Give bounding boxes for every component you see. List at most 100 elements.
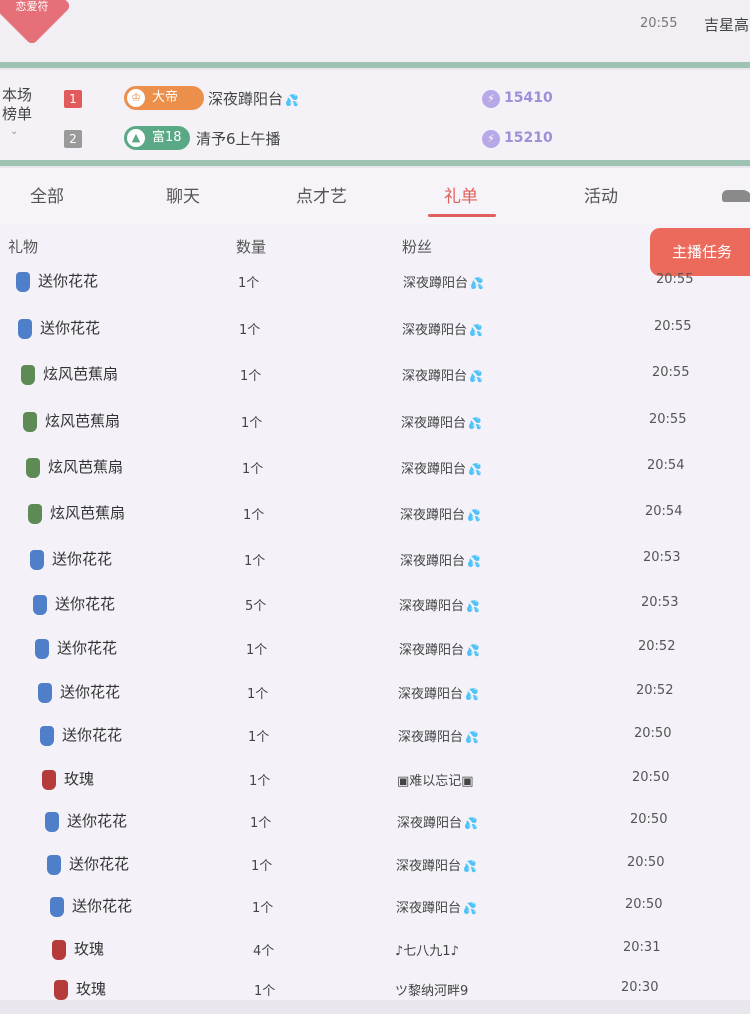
table-row[interactable]: 炫风芭蕉扇 1个 深夜蹲阳台 💦 20:54 [0,498,750,538]
level-badge: ♔ 大帝 [124,86,204,110]
gift-name: 炫风芭蕉扇 [43,365,119,383]
fan-name-text: 深夜蹲阳台 [398,687,464,702]
tab-all[interactable]: 全部 [30,182,64,207]
fan-name[interactable]: 深夜蹲阳台 💦 [402,319,483,338]
gift-quantity: 1个 [251,859,273,874]
fan-name[interactable]: 深夜蹲阳台 💦 [403,272,484,291]
flower-icon [50,897,64,917]
active-tab-underline [428,214,496,217]
water-drop-icon: 💦 [468,417,482,430]
table-row[interactable]: 送你花花 5个 深夜蹲阳台 💦 20:53 [0,589,750,629]
gift-time: 20:53 [641,595,679,610]
table-row[interactable]: 送你花花 1个 深夜蹲阳台 💦 20:53 [0,544,750,584]
fan-name[interactable]: 深夜蹲阳台 💦 [396,897,477,916]
table-row[interactable]: 送你花花 1个 深夜蹲阳台 💦 20:50 [0,806,750,846]
rose-icon [52,940,66,960]
gift-quantity: 1个 [239,323,261,338]
gift-name: 送你花花 [69,855,130,873]
table-row[interactable]: 炫风芭蕉扇 1个 深夜蹲阳台 💦 20:54 [0,452,750,492]
header-fan: 粉丝 [402,238,433,256]
tab-gift-list[interactable]: 礼单 [444,182,478,207]
fan-name[interactable]: 深夜蹲阳台 💦 [402,365,483,384]
fan-name[interactable]: ♪七八九1♪ [395,940,459,959]
gift-quantity: 1个 [249,774,271,789]
gift-time: 20:55 [652,365,690,380]
level-badge-label: 大帝 [152,90,179,105]
fan-name[interactable]: 深夜蹲阳台 💦 [397,812,478,831]
gift-time: 20:50 [630,812,668,827]
gift-list: 礼物 数量 粉丝 主播任务 送你花花 1个 深夜蹲阳台 💦 20:55 送你花花 1个 深夜蹲… [0,224,750,1000]
flower-icon [45,812,59,832]
water-drop-icon: 💦 [465,688,479,701]
gift-name: 玫瑰 [74,940,105,958]
water-drop-icon: 💦 [468,463,482,476]
gift-name: 送你花花 [62,726,123,744]
fan-name[interactable]: 深夜蹲阳台 💦 [401,458,482,477]
water-drop-icon: 💦 [466,644,480,657]
fan-name-text: 深夜蹲阳台 [397,816,463,831]
session-rank-panel: 本场榜单 ⌄ 1 ♔ 大帝 深夜蹲阳台 💦 ⚡ 15410 2 ▲ 富18 清予6… [0,70,750,160]
table-row[interactable]: 送你花花 1个 深夜蹲阳台 💦 20:52 [0,677,750,717]
gift-time: 20:31 [623,940,661,955]
divider [0,62,750,68]
gift-quantity: 4个 [253,944,275,959]
fan-name[interactable]: 深夜蹲阳台 💦 [400,504,481,523]
rank-row[interactable]: 1 ♔ 大帝 深夜蹲阳台 💦 ⚡ 15410 [0,84,750,114]
tab-chat[interactable]: 聊天 [166,182,200,207]
fan-name[interactable]: ▣难以忘记▣ [397,770,474,789]
fan-name[interactable]: 深夜蹲阳台 💦 [401,412,482,431]
fan-name[interactable]: 深夜蹲阳台 💦 [398,683,479,702]
gift-time: 20:50 [634,726,672,741]
gift-time: 20:50 [625,897,663,912]
fan-icon [21,365,35,385]
fan-name[interactable]: 深夜蹲阳台 💦 [399,595,480,614]
tab-talent[interactable]: 点才艺 [296,182,347,207]
fan-name[interactable]: 深夜蹲阳台 💦 [398,726,479,745]
rank-number: 1 [64,90,82,108]
table-row[interactable]: 送你花花 1个 深夜蹲阳台 💦 20:50 [0,849,750,889]
table-row[interactable]: 玫瑰 1个 ツ黎纳河畔9 20:30 [0,974,750,1014]
tab-bar: 全部 聊天 点才艺 礼单 活动 [0,168,750,224]
table-row[interactable]: 炫风芭蕉扇 1个 深夜蹲阳台 💦 20:55 [0,406,750,446]
table-row[interactable]: 炫风芭蕉扇 1个 深夜蹲阳台 💦 20:55 [0,359,750,399]
gift-quantity: 1个 [241,416,263,431]
rank-row[interactable]: 2 ▲ 富18 清予6上午播 ⚡ 15210 [0,124,750,154]
gift-name: 炫风芭蕉扇 [48,458,124,476]
gift-name: 送你花花 [38,272,99,290]
tab-activity[interactable]: 活动 [584,182,618,207]
gift-time: 20:53 [643,550,681,565]
fan-name[interactable]: 深夜蹲阳台 💦 [399,639,480,658]
fan-name-text: 深夜蹲阳台 [396,859,462,874]
fan-name[interactable]: 深夜蹲阳台 💦 [396,855,477,874]
gift-time: 20:55 [649,412,687,427]
gift-name: 送你花花 [52,550,113,568]
rank-user-name[interactable]: 深夜蹲阳台 💦 [208,88,299,109]
table-row[interactable]: 送你花花 1个 深夜蹲阳台 💦 20:55 [0,313,750,353]
rank-user-name[interactable]: 清予6上午播 [196,128,281,149]
table-row[interactable]: 送你花花 1个 深夜蹲阳台 💦 20:50 [0,891,750,931]
gift-quantity: 1个 [244,554,266,569]
top-user-name[interactable]: 吉星高 [704,14,749,35]
table-row[interactable]: 玫瑰 1个 ▣难以忘记▣ 20:50 [0,764,750,804]
water-drop-icon: 💦 [463,860,477,873]
water-drop-icon: 💦 [470,277,484,290]
table-row[interactable]: 玫瑰 4个 ♪七八九1♪ 20:31 [0,934,750,974]
gift-quantity: 1个 [252,901,274,916]
gift-quantity: 1个 [248,730,270,745]
fan-icon [23,412,37,432]
flower-icon [30,550,44,570]
fan-name-text: 深夜蹲阳台 [403,276,469,291]
water-drop-icon: 💦 [285,94,299,107]
fan-name[interactable]: 深夜蹲阳台 💦 [400,550,481,569]
fan-name-text: 深夜蹲阳台 [400,508,466,523]
water-drop-icon: 💦 [466,600,480,613]
table-row[interactable]: 送你花花 1个 深夜蹲阳台 💦 20:52 [0,633,750,673]
gift-time: 20:54 [645,504,683,519]
fan-name-text: 深夜蹲阳台 [399,599,465,614]
table-row[interactable]: 送你花花 1个 深夜蹲阳台 💦 20:55 [0,266,750,306]
car-icon[interactable] [722,190,750,202]
fan-name[interactable]: ツ黎纳河畔9 [395,980,468,999]
table-row[interactable]: 送你花花 1个 深夜蹲阳台 💦 20:50 [0,720,750,760]
rank-score: 15410 [504,90,553,106]
gift-name: 玫瑰 [76,980,107,998]
